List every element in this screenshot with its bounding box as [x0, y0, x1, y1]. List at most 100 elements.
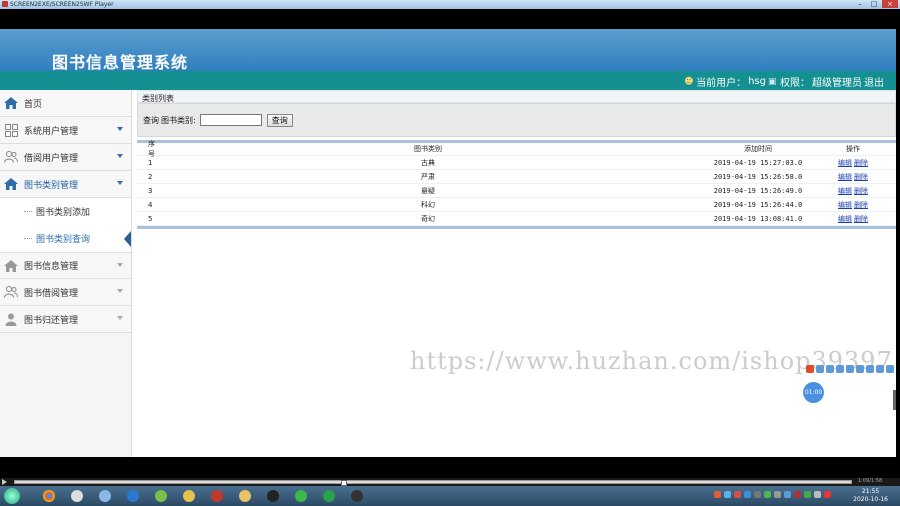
home-icon: [4, 177, 18, 191]
tool-icon[interactable]: [826, 365, 834, 373]
tray-icon[interactable]: [744, 491, 751, 498]
tray-icon[interactable]: [714, 491, 721, 498]
category-search-input[interactable]: [199, 114, 262, 126]
taskbar-apps: [38, 488, 368, 504]
users-icon: [4, 285, 18, 299]
system-tray: [714, 491, 831, 498]
wechat-icon[interactable]: [290, 488, 312, 504]
row-no: 5: [148, 214, 153, 223]
sidebar: 首页 系统用户管理 借阅用户管理 图书类别管理 图书类别添加 图书类别查询 图书…: [0, 90, 132, 457]
tool-icon[interactable]: [856, 365, 864, 373]
edit-link[interactable]: 编辑: [838, 173, 852, 181]
taskbar-clock[interactable]: 21:55 2020-10-16: [853, 488, 888, 504]
minimize-button[interactable]: –: [854, 0, 866, 8]
monitor-icon: ▣: [768, 76, 777, 87]
tray-icon[interactable]: [804, 491, 811, 498]
tool-icon[interactable]: [816, 365, 824, 373]
logout-link[interactable]: 退出: [864, 74, 884, 89]
row-category: 科幻: [421, 200, 435, 209]
tray-icon[interactable]: [764, 491, 771, 498]
sidebar-item-category-management[interactable]: 图书类别管理: [0, 171, 131, 198]
row-no: 3: [148, 186, 153, 195]
edit-link[interactable]: 编辑: [838, 201, 852, 209]
sidebar-item-label: 图书归还管理: [24, 315, 79, 326]
category-field-label: 图书类别:: [161, 115, 196, 125]
row-actions: 编辑 删除: [818, 186, 888, 196]
tool-icon[interactable]: [876, 365, 884, 373]
tray-icon[interactable]: [734, 491, 741, 498]
category-submenu: 图书类别添加 图书类别查询: [0, 198, 131, 252]
edit-link[interactable]: 编辑: [838, 215, 852, 223]
tool-icon[interactable]: [806, 365, 814, 373]
player-app-icon: [2, 1, 8, 7]
chevron-down-icon: [117, 263, 123, 267]
chevron-down-icon: [117, 181, 123, 185]
submenu-item-label: 图书类别添加: [36, 208, 91, 218]
sidebar-item-borrow-users[interactable]: 借阅用户管理: [0, 144, 131, 171]
playback-progress-bar[interactable]: [14, 480, 852, 486]
clock-date: 2020-10-16: [853, 496, 888, 503]
app-title: 图书信息管理系统: [52, 53, 189, 72]
delete-link[interactable]: 删除: [854, 159, 868, 167]
sidebar-item-label: 图书类别管理: [24, 180, 79, 191]
submenu-item-add-category[interactable]: 图书类别添加: [0, 198, 131, 225]
table-row: 1 古典 2019-04-19 15:27:03.0 编辑 删除: [137, 156, 896, 170]
tray-icon[interactable]: [824, 491, 831, 498]
browser-icon[interactable]: [122, 488, 144, 504]
search-button[interactable]: 查询: [266, 113, 293, 127]
sidebar-item-book-return[interactable]: 图书归还管理: [0, 306, 131, 333]
tray-icon[interactable]: [774, 491, 781, 498]
tool-icon[interactable]: [846, 365, 854, 373]
sidebar-item-book-borrow[interactable]: 图书借阅管理: [0, 279, 131, 306]
active-pointer-icon: [124, 231, 131, 247]
sidebar-item-label: 系统用户管理: [24, 126, 79, 137]
row-no: 4: [148, 200, 153, 209]
chart-app-icon[interactable]: [178, 488, 200, 504]
recorder-icon[interactable]: [318, 488, 340, 504]
tool-icon[interactable]: [836, 365, 844, 373]
media-icon[interactable]: [66, 488, 88, 504]
submenu-item-query-category[interactable]: 图书类别查询: [0, 225, 131, 252]
tool-app-icon[interactable]: [150, 488, 172, 504]
sidebar-item-home[interactable]: 首页: [0, 90, 131, 117]
flash-icon[interactable]: [206, 488, 228, 504]
tool-icon[interactable]: [886, 365, 894, 373]
folder-icon[interactable]: [234, 488, 256, 504]
edit-link[interactable]: 编辑: [838, 187, 852, 195]
tool-icon[interactable]: [866, 365, 874, 373]
row-time: 2019-04-19 13:08:41.0: [713, 214, 803, 223]
start-button[interactable]: [4, 488, 20, 504]
delete-link[interactable]: 删除: [854, 201, 868, 209]
sidebar-item-system-users[interactable]: 系统用户管理: [0, 117, 131, 144]
timer-bubble[interactable]: 01:00: [803, 382, 824, 403]
sidebar-item-label: 图书借阅管理: [24, 288, 79, 299]
tray-icon[interactable]: [754, 491, 761, 498]
delete-link[interactable]: 删除: [854, 215, 868, 223]
current-user-name: hsg: [748, 76, 766, 87]
edit-link[interactable]: 编辑: [838, 159, 852, 167]
app-icon[interactable]: [94, 488, 116, 504]
delete-link[interactable]: 删除: [854, 173, 868, 181]
row-time: 2019-04-19 15:26:58.0: [713, 172, 803, 181]
sidebar-item-book-info[interactable]: 图书信息管理: [0, 252, 131, 279]
row-no: 1: [148, 158, 153, 167]
close-button[interactable]: ×: [882, 0, 898, 8]
player-title: SCREEN2EXE/SCREEN2SWF Player: [10, 1, 114, 8]
chrome-icon[interactable]: [38, 488, 60, 504]
column-header-category: 图书类别: [414, 145, 442, 153]
tray-icon[interactable]: [784, 491, 791, 498]
grid-icon: [4, 123, 18, 137]
side-scroll-indicator[interactable]: [893, 390, 896, 410]
tree-branch: [24, 211, 32, 212]
player-icon[interactable]: [346, 488, 368, 504]
tray-icon[interactable]: [794, 491, 801, 498]
tray-icon[interactable]: [814, 491, 821, 498]
role-label: 权限：: [780, 78, 810, 89]
role-value: 超级管理员: [812, 78, 862, 89]
maximize-button[interactable]: □: [868, 0, 880, 8]
play-icon[interactable]: [2, 479, 7, 485]
delete-link[interactable]: 删除: [854, 187, 868, 195]
tray-icon[interactable]: [724, 491, 731, 498]
qq-icon[interactable]: [262, 488, 284, 504]
current-user-label: 当前用户：: [696, 78, 747, 89]
